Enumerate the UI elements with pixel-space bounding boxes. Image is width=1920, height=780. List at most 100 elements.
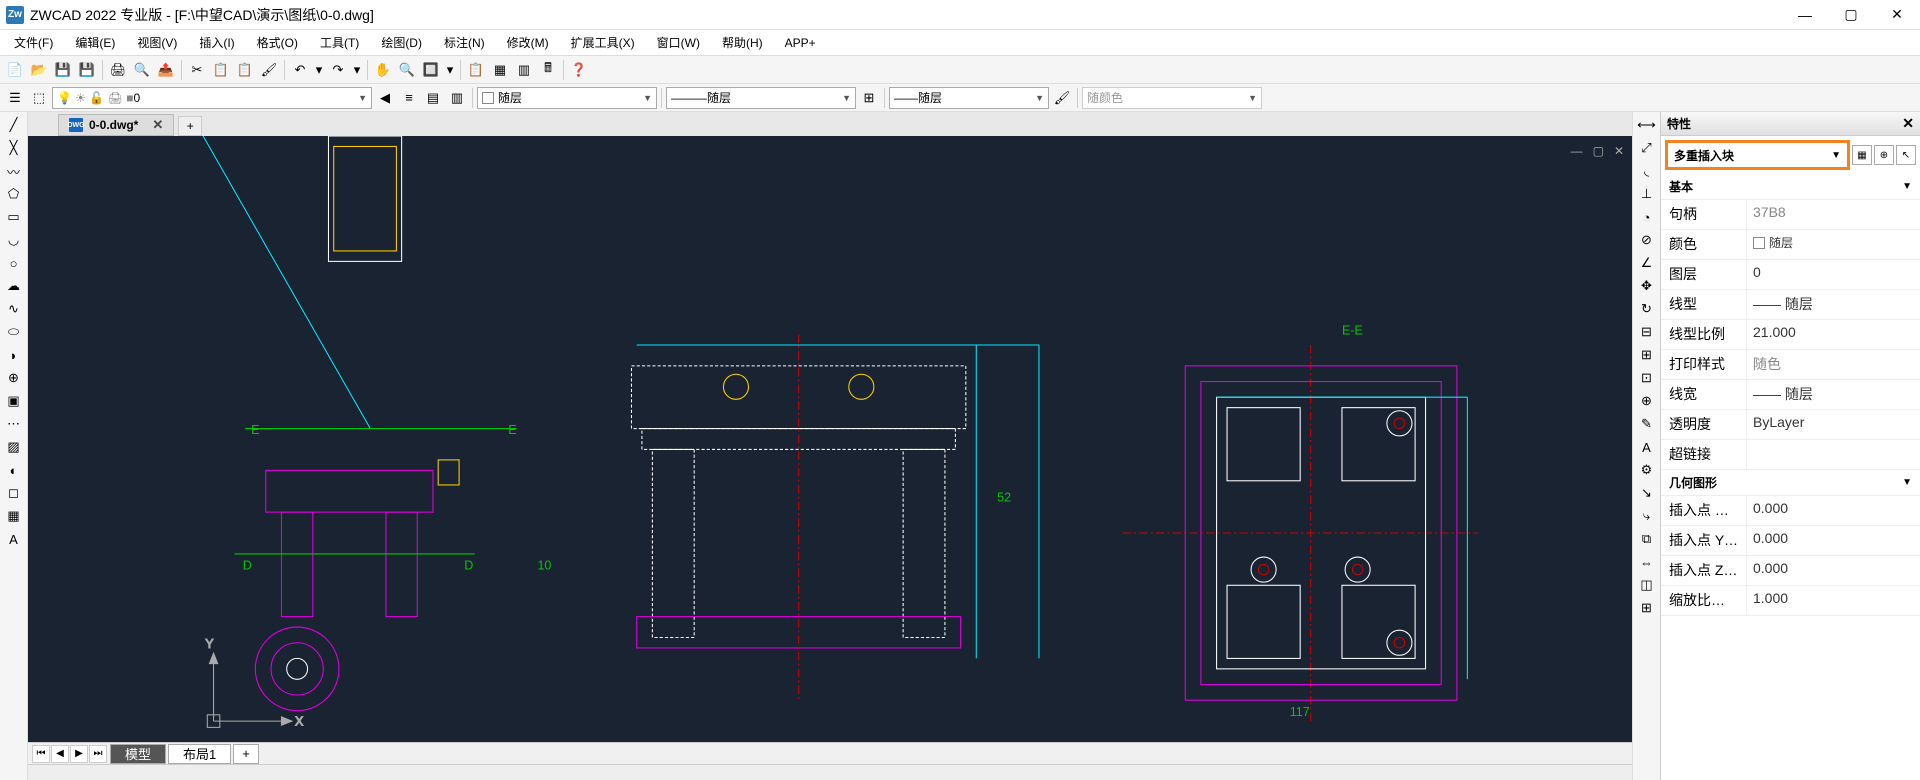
arc-icon[interactable]: ◡ <box>3 229 25 251</box>
menu-format[interactable]: 格式(O) <box>249 32 306 53</box>
doc-tab-active[interactable]: DWG 0-0.dwg* ✕ <box>58 114 174 136</box>
pan-icon[interactable]: ✋ <box>372 59 394 81</box>
menu-window[interactable]: 窗口(W) <box>649 32 708 53</box>
linetype-manager-icon[interactable]: ⊞ <box>858 87 880 109</box>
calc-icon[interactable]: 🖩 <box>537 59 559 81</box>
break-icon[interactable]: ⊟ <box>1636 321 1658 343</box>
copy-tool-icon[interactable]: ⧉ <box>1636 528 1658 550</box>
plotstyle-combo[interactable]: 随颜色 ▼ <box>1082 87 1262 109</box>
dim-linear-icon[interactable]: ⟷ <box>1636 114 1658 136</box>
close-button[interactable]: ✕ <box>1874 0 1920 30</box>
tab-next-icon[interactable]: ▶ <box>70 745 88 763</box>
section-geometry[interactable]: 几何图形▼ <box>1661 470 1920 496</box>
save-icon[interactable]: 💾 <box>52 59 74 81</box>
scrollbar-horizontal[interactable] <box>28 764 1632 780</box>
spline-icon[interactable]: ∿ <box>3 298 25 320</box>
mtext-icon[interactable]: A <box>3 528 25 550</box>
tab-model[interactable]: 模型 <box>110 744 166 764</box>
section-basic[interactable]: 基本▼ <box>1661 174 1920 200</box>
array-tool-icon[interactable]: ⊞ <box>1636 597 1658 619</box>
publish-icon[interactable]: 📤 <box>155 59 177 81</box>
rotate-icon[interactable]: ↻ <box>1636 298 1658 320</box>
paint-icon[interactable]: 🖌 <box>1051 87 1073 109</box>
properties-close-icon[interactable]: ✕ <box>1902 115 1914 132</box>
pline-icon[interactable]: 〰 <box>3 160 25 182</box>
layer-combo[interactable]: 💡 ☀ 🔓 🖨 ■ 0 ▼ <box>52 87 372 109</box>
redo-icon[interactable]: ↷ <box>327 59 349 81</box>
matchprop-icon[interactable]: 🖌 <box>258 59 280 81</box>
layer-manager-icon[interactable]: ☰ <box>4 87 26 109</box>
insert-icon[interactable]: ⊕ <box>3 367 25 389</box>
tab-prev-icon[interactable]: ◀ <box>51 745 69 763</box>
redo-dropdown-icon[interactable]: ▾ <box>351 59 363 81</box>
circle-icon[interactable]: ○ <box>3 252 25 274</box>
offset-tool-icon[interactable]: ◫ <box>1636 574 1658 596</box>
revcloud-icon[interactable]: ☁ <box>3 275 25 297</box>
prop-color[interactable]: 颜色随层 <box>1661 230 1920 260</box>
selection-type-combo[interactable]: 多重插入块 ▼ <box>1665 140 1850 170</box>
zoom-window-icon[interactable]: 🔲 <box>420 59 442 81</box>
menu-help[interactable]: 帮助(H) <box>714 32 771 53</box>
zoom-icon[interactable]: 🔍 <box>396 59 418 81</box>
dimstyle-icon[interactable]: ⚙ <box>1636 459 1658 481</box>
quickselect-icon[interactable]: ▦ <box>1852 145 1872 165</box>
maximize-button[interactable]: ▢ <box>1828 0 1874 30</box>
zoom-dropdown-icon[interactable]: ▾ <box>444 59 456 81</box>
prop-lineweight[interactable]: 线宽—— 随层 <box>1661 380 1920 410</box>
undo-icon[interactable]: ↶ <box>289 59 311 81</box>
cut-icon[interactable]: ✂ <box>186 59 208 81</box>
menu-modify[interactable]: 修改(M) <box>499 32 557 53</box>
close-tab-icon[interactable]: ✕ <box>152 117 163 133</box>
menu-insert[interactable]: 插入(I) <box>191 32 242 53</box>
dim-arc-icon[interactable]: ◟ <box>1636 160 1658 182</box>
prop-scale-x[interactable]: 缩放比例 X1.000 <box>1661 586 1920 616</box>
print-icon[interactable]: 🖨 <box>107 59 129 81</box>
tab-add[interactable]: + <box>233 744 259 764</box>
table-icon[interactable]: ▦ <box>3 505 25 527</box>
prop-insert-x[interactable]: 插入点 X ...0.000 <box>1661 496 1920 526</box>
prop-transparency[interactable]: 透明度ByLayer <box>1661 410 1920 440</box>
color-combo[interactable]: 随层 ▼ <box>477 87 657 109</box>
tab-layout1[interactable]: 布局1 <box>168 744 231 764</box>
dim-diameter-icon[interactable]: ⊘ <box>1636 229 1658 251</box>
menu-view[interactable]: 视图(V) <box>129 32 185 53</box>
minimize-button[interactable]: — <box>1782 0 1828 30</box>
help-icon[interactable]: ❓ <box>568 59 590 81</box>
prop-layer[interactable]: 图层0 <box>1661 260 1920 290</box>
leader-icon[interactable]: ↘ <box>1636 482 1658 504</box>
prop-ltscale[interactable]: 线型比例21.000 <box>1661 320 1920 350</box>
tab-first-icon[interactable]: ⏮ <box>32 745 50 763</box>
menu-express[interactable]: 扩展工具(X) <box>563 32 643 53</box>
layer-states-icon[interactable]: ⬚ <box>28 87 50 109</box>
layer-previous-icon[interactable]: ◀ <box>374 87 396 109</box>
tolerance-icon[interactable]: ⊡ <box>1636 367 1658 389</box>
hatch-icon[interactable]: ▨ <box>3 436 25 458</box>
select-objects-icon[interactable]: ↖ <box>1896 145 1916 165</box>
move-icon[interactable]: ✥ <box>1636 275 1658 297</box>
layer-iso-icon[interactable]: ▤ <box>422 87 444 109</box>
undo-dropdown-icon[interactable]: ▾ <box>313 59 325 81</box>
mleader-icon[interactable]: ⤷ <box>1636 505 1658 527</box>
toolpalette-icon[interactable]: ▥ <box>513 59 535 81</box>
region-icon[interactable]: ◻ <box>3 482 25 504</box>
pickadd-icon[interactable]: ⊕ <box>1874 145 1894 165</box>
linetype-combo[interactable]: ——— 随层 ▼ <box>666 87 856 109</box>
lineweight-combo[interactable]: —— 随层 ▼ <box>889 87 1049 109</box>
dim-radius-icon[interactable]: ◔ <box>1636 206 1658 228</box>
join-icon[interactable]: ⊞ <box>1636 344 1658 366</box>
tab-last-icon[interactable]: ⏭ <box>89 745 107 763</box>
paste-icon[interactable]: 📋 <box>234 59 256 81</box>
mirror-tool-icon[interactable]: ⇔ <box>1636 551 1658 573</box>
menu-tools[interactable]: 工具(T) <box>312 32 367 53</box>
copy-icon[interactable]: 📋 <box>210 59 232 81</box>
prop-linetype[interactable]: 线型—— 随层 <box>1661 290 1920 320</box>
new-tab-button[interactable]: + <box>178 116 202 136</box>
polygon-icon[interactable]: ⬠ <box>3 183 25 205</box>
saveas-icon[interactable]: 💾 <box>76 59 98 81</box>
menu-file[interactable]: 文件(F) <box>6 32 61 53</box>
xline-icon[interactable]: ╳ <box>3 137 25 159</box>
properties-icon[interactable]: 📋 <box>465 59 487 81</box>
new-icon[interactable]: 📄 <box>4 59 26 81</box>
menu-app[interactable]: APP+ <box>777 34 824 52</box>
prop-insert-z[interactable]: 插入点 Z ...0.000 <box>1661 556 1920 586</box>
